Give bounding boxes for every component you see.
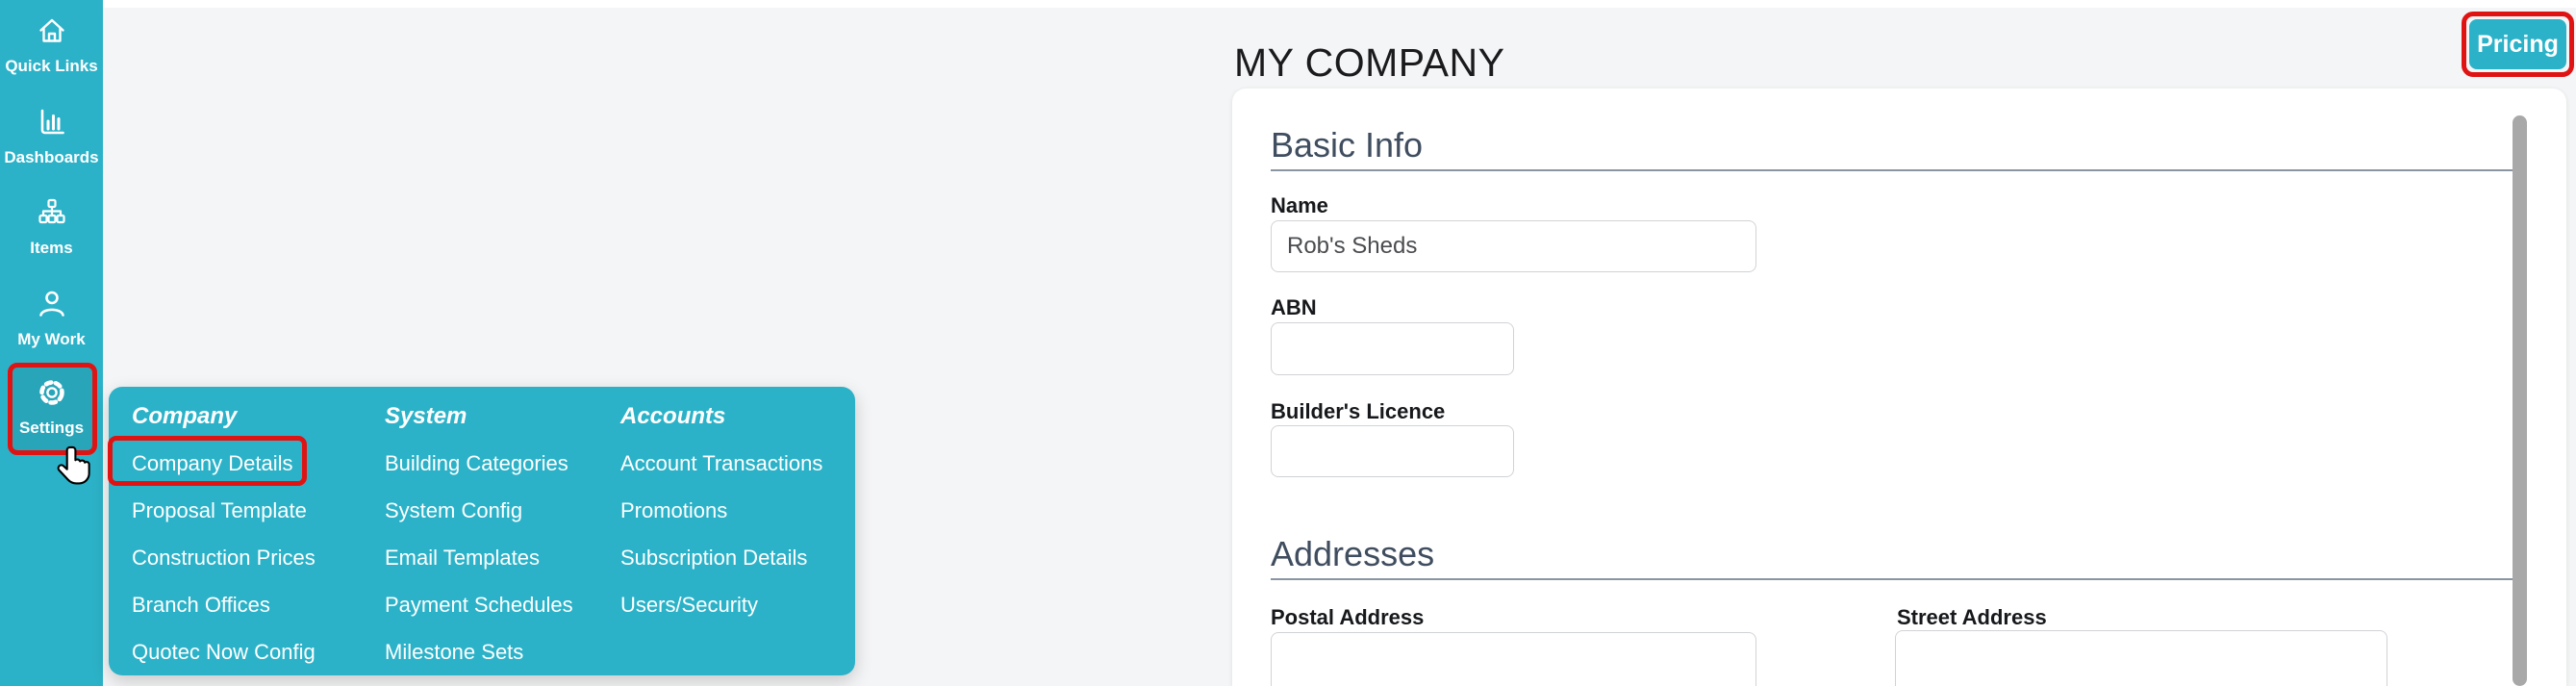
menu-item-email-templates[interactable]: Email Templates (385, 544, 573, 572)
street-address-input[interactable] (1895, 630, 2387, 686)
menu-item-users-security[interactable]: Users/Security (620, 591, 822, 620)
basic-info-section-heading: Basic Info (1271, 125, 2513, 171)
sidebar-item-label: My Work (17, 330, 86, 349)
abn-input[interactable] (1271, 322, 1514, 375)
bar-chart-icon (36, 106, 68, 139)
menu-item-subscription-details[interactable]: Subscription Details (620, 544, 822, 572)
sidebar-item-items[interactable]: Items (0, 196, 103, 258)
menu-item-promotions[interactable]: Promotions (620, 496, 822, 525)
top-strip (0, 0, 2576, 8)
page-title: MY COMPANY (1234, 39, 1504, 86)
menu-item-building-categories[interactable]: Building Categories (385, 449, 573, 478)
sidebar-item-label: Settings (19, 419, 84, 438)
sidebar: Quick Links Dashboards Items (0, 0, 103, 686)
sidebar-item-label: Items (30, 239, 72, 258)
home-icon (36, 14, 68, 47)
sidebar-item-label: Dashboards (4, 148, 98, 167)
sitemap-icon (36, 196, 68, 229)
street-address-label: Street Address (1897, 604, 2047, 631)
my-company-card: Basic Info Name ABN Builder's Licence Ad… (1232, 89, 2566, 686)
pricing-button[interactable]: Pricing (2469, 19, 2566, 69)
sidebar-item-quick-links[interactable]: Quick Links (0, 14, 103, 76)
flyout-header-system: System (385, 402, 573, 431)
addresses-section-heading: Addresses (1271, 534, 2513, 580)
sidebar-item-dashboards[interactable]: Dashboards (0, 106, 103, 167)
menu-item-branch-offices[interactable]: Branch Offices (132, 591, 316, 620)
builders-licence-input[interactable] (1271, 425, 1514, 477)
menu-item-account-transactions[interactable]: Account Transactions (620, 449, 822, 478)
menu-item-company-details[interactable]: Company Details (132, 449, 316, 478)
settings-flyout-menu: Company Company Details Proposal Templat… (109, 387, 855, 675)
menu-item-construction-prices[interactable]: Construction Prices (132, 544, 316, 572)
person-icon (36, 288, 68, 320)
gear-icon (36, 376, 68, 409)
flyout-column-company: Company Company Details Proposal Templat… (132, 402, 316, 667)
menu-item-payment-schedules[interactable]: Payment Schedules (385, 591, 573, 620)
name-input[interactable] (1271, 220, 1756, 272)
postal-address-input[interactable] (1271, 632, 1756, 686)
menu-item-quotec-now-config[interactable]: Quotec Now Config (132, 638, 316, 667)
flyout-header-accounts: Accounts (620, 402, 822, 431)
flyout-column-accounts: Accounts Account Transactions Promotions… (620, 402, 822, 620)
flyout-column-system: System Building Categories System Config… (385, 402, 573, 667)
basic-info-title: Basic Info (1271, 125, 2513, 165)
postal-address-label: Postal Address (1271, 604, 1424, 631)
menu-item-system-config[interactable]: System Config (385, 496, 573, 525)
sidebar-item-settings[interactable]: Settings (0, 376, 103, 438)
app-root: MY COMPANY Pricing Basic Info Name ABN B… (0, 0, 2576, 686)
flyout-header-company: Company (132, 402, 316, 431)
menu-item-proposal-template[interactable]: Proposal Template (132, 496, 316, 525)
sidebar-item-my-work[interactable]: My Work (0, 288, 103, 349)
builders-licence-label: Builder's Licence (1271, 398, 1445, 425)
menu-item-milestone-sets[interactable]: Milestone Sets (385, 638, 573, 667)
sidebar-item-label: Quick Links (5, 57, 97, 76)
pricing-highlight-box: Pricing (2462, 12, 2574, 77)
name-label: Name (1271, 192, 1328, 219)
vertical-scrollbar-thumb[interactable] (2513, 115, 2527, 686)
abn-label: ABN (1271, 294, 1317, 321)
addresses-title: Addresses (1271, 534, 2513, 574)
